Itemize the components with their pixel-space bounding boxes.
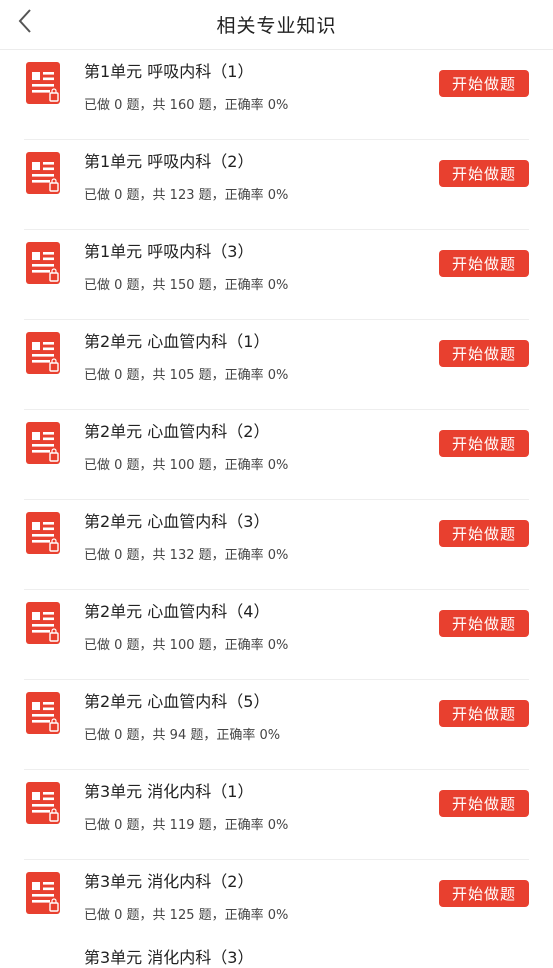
list-item[interactable]: 第2单元 心血管内科（2） 已做 0 题，共 100 题，正确率 0% 开始做题 [24,410,529,500]
exercise-doc-lock-icon [26,62,60,104]
list-item[interactable]: 第3单元 消化内科（1） 已做 0 题，共 119 题，正确率 0% 开始做题 [24,770,529,860]
unit-progress: 已做 0 题，共 119 题，正确率 0% [84,818,289,833]
unit-progress: 已做 0 题，共 150 题，正确率 0% [84,278,289,293]
unit-name: 第2单元 心血管内科（3） [84,512,270,531]
top-bar: 相关专业知识 [0,0,553,50]
list-item[interactable]: 第1单元 呼吸内科（2） 已做 0 题，共 123 题，正确率 0% 开始做题 [24,140,529,230]
exercise-doc-lock-icon [26,152,60,194]
exercise-doc-lock-icon [26,512,60,554]
page-title: 相关专业知识 [216,15,337,37]
unit-name: 第2单元 心血管内科（4） [84,602,270,621]
unit-name: 第2单元 心血管内科（2） [84,422,270,441]
list-item[interactable]: 第1单元 呼吸内科（3） 已做 0 题，共 150 题，正确率 0% 开始做题 [24,230,529,320]
start-practice-button[interactable]: 开始做题 [439,340,529,367]
chevron-left-icon [18,9,31,33]
exercise-doc-lock-icon [26,242,60,284]
list-item[interactable]: 第3单元 消化内科（2） 已做 0 题，共 125 题，正确率 0% 开始做题 [24,860,529,949]
unit-progress: 已做 0 题，共 100 题，正确率 0% [84,458,289,473]
unit-progress: 已做 0 题，共 123 题，正确率 0% [84,188,289,203]
unit-name: 第1单元 呼吸内科（1） [84,62,254,81]
exercise-doc-lock-icon [26,692,60,734]
unit-progress: 已做 0 题，共 160 题，正确率 0% [84,98,289,113]
start-practice-button[interactable]: 开始做题 [439,610,529,637]
unit-name: 第3单元 消化内科（1） [84,782,254,801]
list-item[interactable]: 第2单元 心血管内科（3） 已做 0 题，共 132 题，正确率 0% 开始做题 [24,500,529,590]
list-item[interactable]: 第2单元 心血管内科（4） 已做 0 题，共 100 题，正确率 0% 开始做题 [24,590,529,680]
exercise-doc-lock-icon [26,332,60,374]
exercise-doc-lock-icon [26,782,60,824]
list-item[interactable]: 第1单元 呼吸内科（1） 已做 0 题，共 160 题，正确率 0% 开始做题 [24,50,529,140]
exercise-doc-lock-icon [26,422,60,464]
exercise-doc-lock-icon [26,602,60,644]
unit-list: 第1单元 呼吸内科（1） 已做 0 题，共 160 题，正确率 0% 开始做题 … [0,50,553,949]
start-practice-button[interactable]: 开始做题 [439,880,529,907]
unit-progress: 已做 0 题，共 105 题，正确率 0% [84,368,289,383]
unit-name: 第1单元 呼吸内科（3） [84,242,254,261]
unit-name: 第1单元 呼吸内科（2） [84,152,254,171]
unit-progress: 已做 0 题，共 132 题，正确率 0% [84,548,289,563]
start-practice-button[interactable]: 开始做题 [439,520,529,547]
unit-name: 第3单元 消化内科（2） [84,872,254,891]
start-practice-button[interactable]: 开始做题 [439,430,529,457]
start-practice-button[interactable]: 开始做题 [439,70,529,97]
start-practice-button[interactable]: 开始做题 [439,160,529,187]
exercise-doc-lock-icon [26,872,60,914]
unit-name: 第2单元 心血管内科（5） [84,692,270,711]
list-item[interactable]: 第2单元 心血管内科（5） 已做 0 题，共 94 题，正确率 0% 开始做题 [24,680,529,770]
back-button[interactable] [10,6,40,36]
unit-name: 第2单元 心血管内科（1） [84,332,270,351]
start-practice-button[interactable]: 开始做题 [439,790,529,817]
unit-progress: 已做 0 题，共 94 题，正确率 0% [84,728,281,743]
start-practice-button[interactable]: 开始做题 [439,700,529,727]
list-item[interactable]: 第2单元 心血管内科（1） 已做 0 题，共 105 题，正确率 0% 开始做题 [24,320,529,410]
partial-list-item-label: 第3单元 消化内科（3） [84,948,254,967]
unit-progress: 已做 0 题，共 100 题，正确率 0% [84,638,289,653]
unit-progress: 已做 0 题，共 125 题，正确率 0% [84,908,289,923]
start-practice-button[interactable]: 开始做题 [439,250,529,277]
